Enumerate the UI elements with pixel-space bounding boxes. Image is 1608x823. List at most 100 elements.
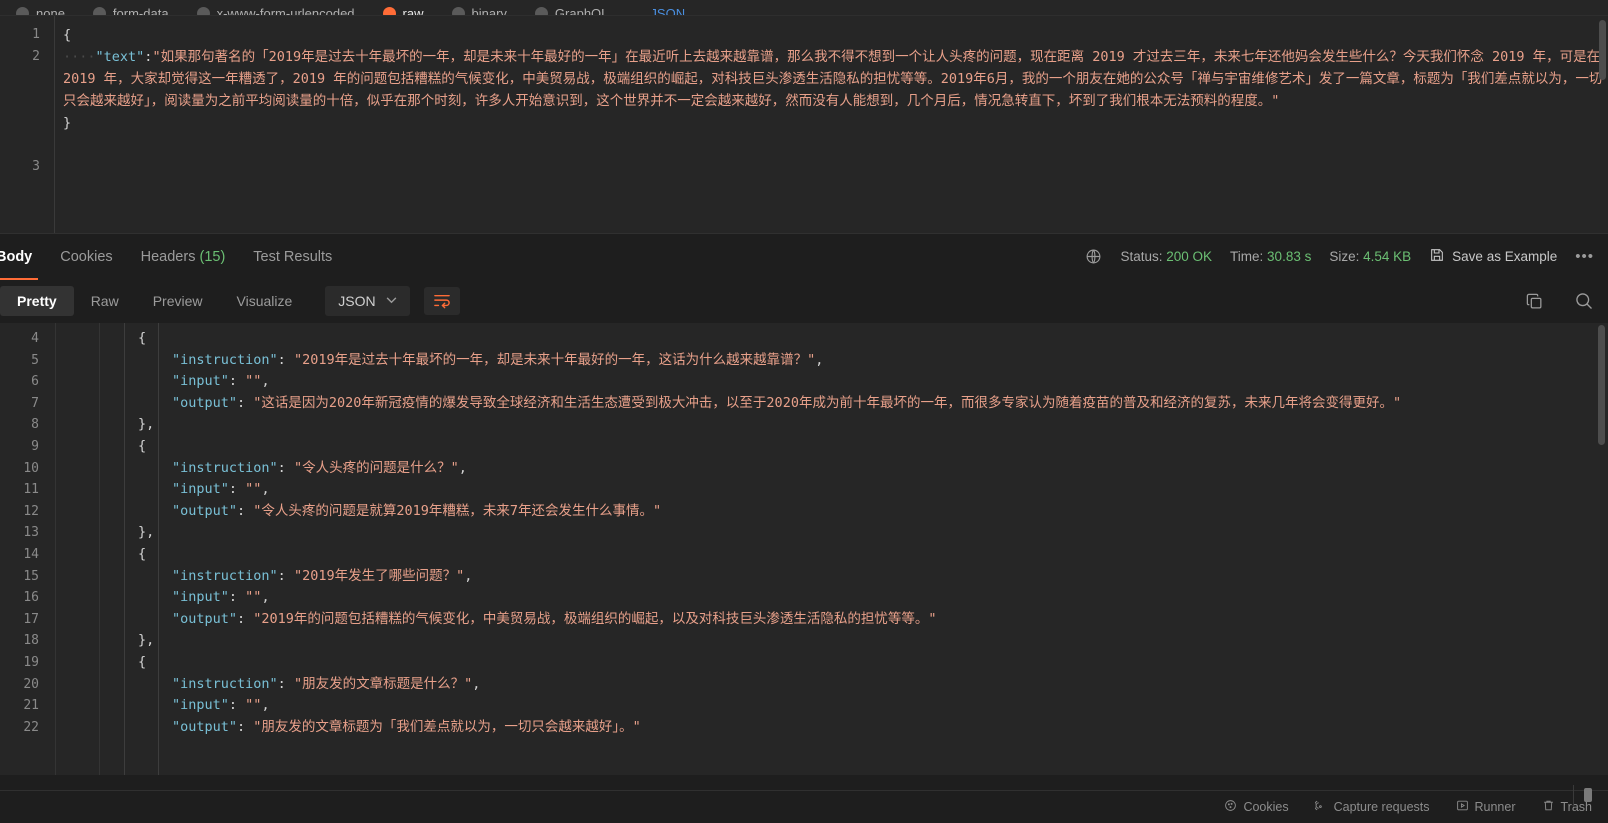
- response-line: {: [100, 328, 1608, 350]
- json-key: "output": [172, 610, 238, 627]
- response-language-selector[interactable]: JSON: [325, 286, 410, 316]
- body-type-radio-row: none form-data x-www-form-urlencoded raw…: [0, 0, 1608, 15]
- line-number: 13: [23, 525, 39, 541]
- body-type-binary-label: binary: [471, 6, 507, 15]
- json-comma: ,: [261, 697, 270, 714]
- view-pretty[interactable]: Pretty: [0, 286, 74, 316]
- response-code-area[interactable]: {"instruction": "2019年是过去十年最坏的一年，却是未来十年最…: [100, 323, 1608, 775]
- response-fold-column[interactable]: [56, 323, 100, 775]
- body-type-none[interactable]: none: [16, 6, 65, 15]
- json-punctuation: {: [138, 545, 147, 562]
- cookie-icon: [1224, 799, 1237, 815]
- response-line: "input": "",: [100, 587, 1608, 609]
- tab-test-results[interactable]: Test Results: [239, 234, 346, 280]
- json-string-value: "2019年是过去十年最坏的一年，却是未来十年最好的一年，这话为什么越来越靠谱？…: [293, 351, 816, 368]
- body-type-urlencoded[interactable]: x-www-form-urlencoded: [196, 6, 355, 15]
- body-type-graphql[interactable]: GraphQL: [534, 6, 609, 15]
- indent-dots: ····: [63, 49, 96, 65]
- body-type-form-data[interactable]: form-data: [92, 6, 169, 15]
- bottom-runner-button[interactable]: Runner: [1456, 799, 1516, 815]
- save-as-example-button[interactable]: Save as Example: [1429, 247, 1557, 266]
- body-type-raw-label: raw: [402, 6, 424, 15]
- word-wrap-toggle[interactable]: [423, 287, 460, 315]
- request-code-area[interactable]: { ····"text":"如果那句著名的「2019年是过去十年最坏的一年，却是…: [54, 16, 1608, 233]
- bottom-cookies-label: Cookies: [1243, 800, 1289, 814]
- response-line: "instruction": "朋友发的文章标题是什么？",: [100, 674, 1608, 696]
- line-number: 21: [23, 698, 39, 714]
- line-number: 3: [32, 159, 40, 174]
- json-string-value: "如果那句著名的「2019年是过去十年最坏的一年，却是未来十年最好的一年」在最近…: [63, 49, 1603, 109]
- response-body-viewer[interactable]: 4 5 6 7 8 9 10 11 12 13 14 15 16 17 18 19 20 21 22 {"instr…: [0, 323, 1608, 775]
- globe-icon[interactable]: [1085, 248, 1102, 265]
- response-line: },: [100, 414, 1608, 436]
- line-number: 11: [23, 482, 39, 498]
- bottom-cookies-button[interactable]: Cookies: [1224, 799, 1289, 815]
- body-type-form-data-label: form-data: [112, 6, 169, 15]
- request-editor-scrollbar[interactable]: [1599, 20, 1606, 80]
- json-string-value: "朋友发的文章标题是什么？": [293, 675, 473, 692]
- line-number: 7: [31, 395, 39, 411]
- response-line: "instruction": "2019年发生了哪些问题？",: [100, 566, 1608, 588]
- line-number: 22: [23, 719, 39, 735]
- tab-headers[interactable]: Headers (15): [127, 234, 240, 280]
- size-group: Size: 4.54 KB: [1329, 249, 1411, 264]
- size-label: Size:: [1329, 249, 1360, 264]
- json-string-value: "这话是因为2020年新冠疫情的爆发导致全球经济和生活生态遭受到极大冲击，以至于…: [253, 394, 1402, 411]
- response-scrollbar[interactable]: [1598, 325, 1605, 445]
- json-punctuation: {: [138, 437, 147, 454]
- response-line: "output": "令人头疼的问题是就算2019年糟糕，未来7年还会发生什么事…: [100, 501, 1608, 523]
- body-type-graphql-label: GraphQL: [554, 6, 609, 15]
- json-comma: ,: [458, 459, 467, 476]
- line-number: 6: [31, 374, 39, 390]
- line-number: 16: [23, 590, 39, 606]
- json-colon: :: [277, 459, 294, 476]
- view-preview[interactable]: Preview: [136, 286, 220, 316]
- tab-cookies[interactable]: Cookies: [46, 234, 126, 280]
- request-body-editor[interactable]: 1 2 3 { ····"text":"如果那句著名的「2019年是过去十年最坏…: [0, 15, 1608, 233]
- body-type-binary[interactable]: binary: [451, 6, 507, 15]
- json-string-value: "": [245, 373, 262, 390]
- line-number: 2: [32, 49, 40, 64]
- horizontal-scrollbar-thumb[interactable]: [1584, 788, 1592, 802]
- json-comma: ,: [472, 675, 481, 692]
- json-comma: ,: [464, 567, 473, 584]
- response-tab-bar: Body Cookies Headers (15) Test Results S…: [0, 233, 1608, 280]
- tab-body[interactable]: Body: [0, 234, 46, 280]
- line-number: 15: [23, 568, 39, 584]
- chevron-down-icon: [386, 296, 397, 307]
- line-number: 1: [32, 27, 40, 42]
- bottom-capture-requests-button[interactable]: Capture requests: [1313, 799, 1430, 815]
- json-key: "instruction": [172, 567, 278, 584]
- radio-circle-icon: [92, 7, 106, 15]
- request-language-selector[interactable]: JSON: [650, 6, 685, 15]
- tab-cookies-label: Cookies: [60, 248, 113, 265]
- line-number: 10: [23, 460, 39, 476]
- radio-circle-icon: [16, 7, 29, 15]
- line-number: 4: [31, 331, 39, 346]
- view-raw[interactable]: Raw: [74, 286, 136, 316]
- json-key: "instruction": [172, 675, 278, 692]
- runner-icon: [1456, 799, 1469, 815]
- json-string-value: "": [245, 697, 262, 714]
- line-number: 17: [23, 611, 39, 627]
- response-line: "output": "2019年的问题包括糟糕的气候变化，中美贸易战，极端组织的…: [100, 609, 1608, 631]
- copy-icon[interactable]: [1525, 292, 1544, 311]
- response-more-options-button[interactable]: •••: [1575, 248, 1594, 265]
- body-type-raw[interactable]: raw: [382, 6, 424, 15]
- tab-test-results-label: Test Results: [253, 248, 333, 265]
- json-colon: :: [228, 697, 246, 714]
- json-key: "output": [172, 718, 238, 735]
- response-line: {: [100, 652, 1608, 674]
- request-line-2: ····"text":"如果那句著名的「2019年是过去十年最坏的一年，却是未来…: [63, 46, 1608, 112]
- bottom-divider: [1573, 785, 1574, 807]
- time-value: 30.83 s: [1267, 249, 1312, 264]
- json-colon: :: [228, 589, 246, 606]
- search-icon[interactable]: [1574, 291, 1594, 311]
- json-key: "output": [172, 394, 238, 411]
- save-icon: [1429, 247, 1445, 266]
- json-key: "instruction": [172, 459, 278, 476]
- json-key: "input": [172, 481, 229, 498]
- time-group: Time: 30.83 s: [1230, 249, 1311, 264]
- view-visualize[interactable]: Visualize: [220, 286, 310, 316]
- json-punctuation: {: [138, 330, 147, 346]
